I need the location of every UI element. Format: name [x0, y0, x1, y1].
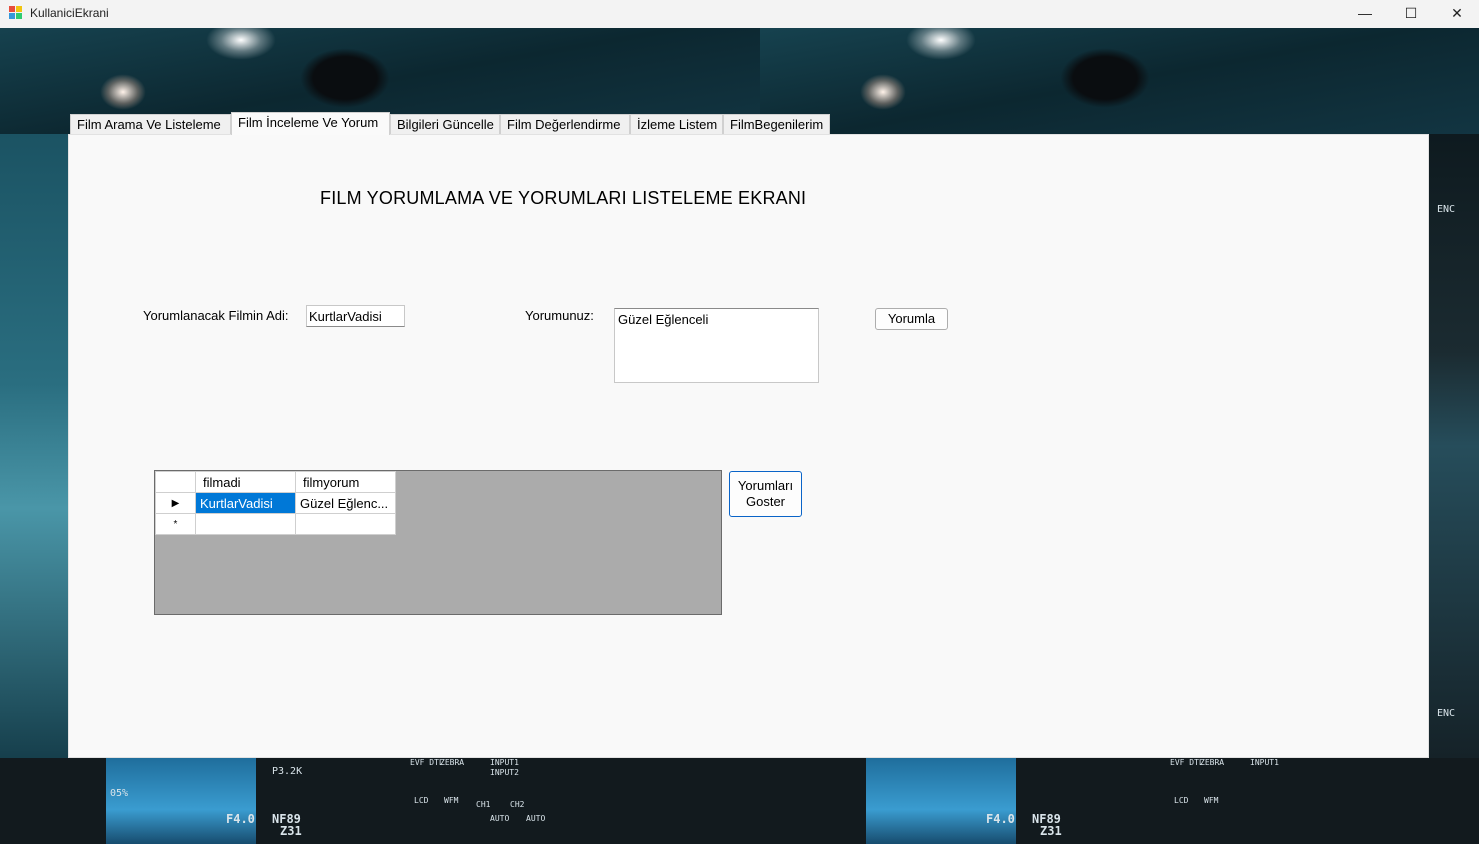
background-tile-right: ENC ENC — [1429, 134, 1479, 758]
background-bottom: F4.0 NF89 Z31 05% P3.2K EVF DTL ZEBRA IN… — [0, 758, 1479, 844]
title-bar: KullaniciEkrani — ☐ ✕ — [0, 0, 1479, 28]
comments-table: filmadi filmyorum ▶ KurtlarVadisi Güzel … — [155, 471, 396, 535]
app-window: ENC ENC F4.0 NF89 Z31 05% P3.2K EVF DTL … — [0, 0, 1479, 844]
column-header-filmadi[interactable]: filmadi — [195, 471, 296, 493]
film-name-input[interactable]: KurtlarVadisi — [306, 305, 405, 327]
cell-filmyorum-new[interactable] — [295, 513, 396, 535]
comments-grid[interactable]: filmadi filmyorum ▶ KurtlarVadisi Güzel … — [154, 470, 722, 615]
row-header-corner — [155, 471, 196, 493]
tab-film-arama[interactable]: Film Arama Ve Listeleme — [70, 114, 231, 134]
row-selector-icon[interactable]: ▶ — [155, 492, 196, 514]
page-title: FILM YORUMLAMA VE YORUMLARI LISTELEME EK… — [320, 188, 807, 208]
comment-button[interactable]: Yorumla — [875, 308, 948, 330]
column-header-filmyorum[interactable]: filmyorum — [295, 471, 396, 493]
cell-filmadi[interactable]: KurtlarVadisi — [195, 492, 296, 514]
tab-film-begenilerim[interactable]: FilmBegenilerim — [723, 114, 830, 134]
comment-label: Yorumunuz: — [525, 308, 594, 323]
tab-izleme-listem[interactable]: İzleme Listem — [630, 114, 723, 134]
maximize-button[interactable]: ☐ — [1388, 0, 1434, 28]
table-new-row[interactable]: * — [155, 513, 396, 535]
table-row[interactable]: ▶ KurtlarVadisi Güzel Eğlenc... — [155, 492, 396, 514]
minimize-button[interactable]: — — [1342, 0, 1388, 28]
tab-bilgileri-guncelle[interactable]: Bilgileri Güncelle — [390, 114, 500, 134]
comment-input[interactable]: Güzel Eğlenceli — [614, 308, 819, 383]
cell-filmyorum[interactable]: Güzel Eğlenc... — [295, 492, 396, 514]
show-comments-button-line1: Yorumları — [737, 478, 794, 493]
table-header-row: filmadi filmyorum — [155, 471, 396, 493]
window-title: KullaniciEkrani — [30, 6, 109, 20]
background-tile-left — [0, 134, 68, 758]
show-comments-button[interactable]: Yorumları Goster — [729, 471, 802, 517]
background-tile — [760, 28, 1479, 134]
new-row-icon[interactable]: * — [155, 513, 196, 535]
tab-film-degerlendirme[interactable]: Film Değerlendirme — [500, 114, 630, 134]
film-name-label: Yorumlanacak Filmin Adi: — [143, 308, 289, 323]
tab-film-inceleme[interactable]: Film İnceleme Ve Yorum — [231, 112, 390, 135]
close-button[interactable]: ✕ — [1434, 0, 1479, 28]
app-icon — [9, 6, 23, 20]
cell-filmadi-new[interactable] — [195, 513, 296, 535]
show-comments-button-line2: Goster — [745, 494, 785, 509]
tab-page-film-inceleme: FILM YORUMLAMA VE YORUMLARI LISTELEME EK… — [68, 134, 1429, 758]
